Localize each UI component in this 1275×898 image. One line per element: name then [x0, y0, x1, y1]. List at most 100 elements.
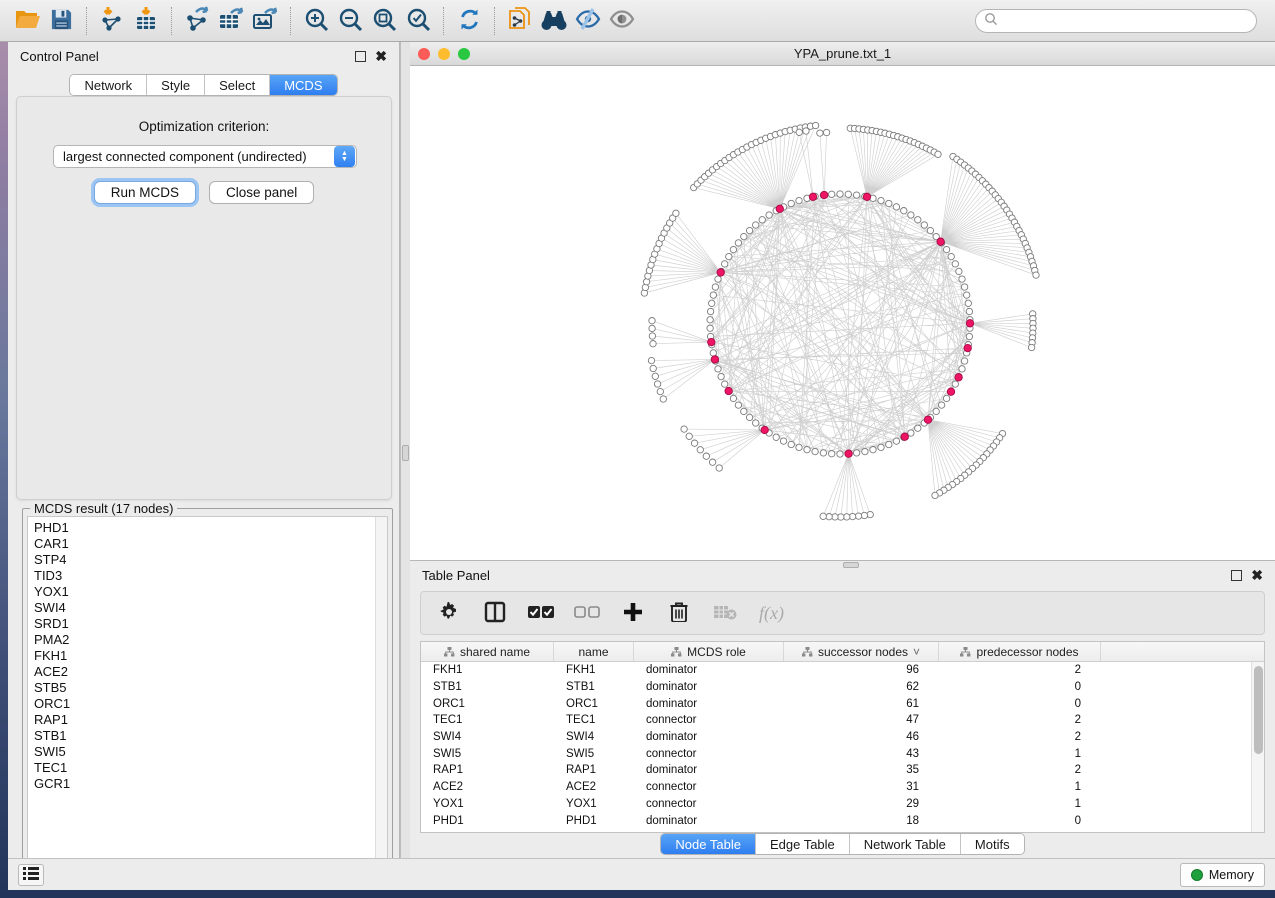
- network-node[interactable]: [722, 261, 728, 267]
- zoom-fit-button[interactable]: [367, 4, 401, 38]
- network-node[interactable]: [730, 395, 736, 401]
- network-node[interactable]: [710, 350, 716, 356]
- network-node[interactable]: [703, 453, 709, 459]
- import-table-button[interactable]: [129, 4, 163, 38]
- network-node[interactable]: [948, 253, 954, 259]
- column-layout-button[interactable]: [483, 601, 507, 625]
- network-node[interactable]: [716, 465, 722, 471]
- network-node[interactable]: [753, 222, 759, 228]
- network-node[interactable]: [746, 414, 752, 420]
- network-node[interactable]: [726, 253, 732, 259]
- network-node[interactable]: [788, 441, 794, 447]
- network-node[interactable]: [935, 151, 941, 157]
- network-node[interactable]: [718, 373, 724, 379]
- network-node[interactable]: [893, 204, 899, 210]
- mcds-dominator-node[interactable]: [809, 193, 816, 200]
- network-node[interactable]: [707, 325, 713, 331]
- network-node[interactable]: [715, 366, 721, 372]
- network-node[interactable]: [908, 212, 914, 218]
- table-row[interactable]: SWI5SWI5connector431: [421, 745, 1264, 762]
- network-node[interactable]: [956, 268, 962, 274]
- criterion-dropdown[interactable]: largest connected component (undirected)…: [53, 145, 357, 168]
- network-canvas[interactable]: [410, 66, 1275, 560]
- network-node[interactable]: [654, 381, 660, 387]
- mcds-dominator-node[interactable]: [966, 320, 973, 327]
- network-node[interactable]: [707, 308, 713, 314]
- network-node[interactable]: [826, 514, 832, 520]
- tab-style[interactable]: Style: [147, 75, 205, 95]
- network-node[interactable]: [901, 208, 907, 214]
- table-row[interactable]: FKH1FKH1dominator962: [421, 662, 1264, 679]
- float-panel-icon[interactable]: [355, 51, 366, 62]
- network-node[interactable]: [796, 129, 802, 135]
- network-node[interactable]: [886, 200, 892, 206]
- network-node[interactable]: [735, 240, 741, 246]
- network-node[interactable]: [650, 341, 656, 347]
- network-node[interactable]: [730, 246, 736, 252]
- column-header-successor-nodes[interactable]: successor nodes˅: [784, 642, 939, 661]
- network-node[interactable]: [933, 408, 939, 414]
- network-node[interactable]: [780, 438, 786, 444]
- close-panel-icon[interactable]: ✖: [375, 51, 387, 62]
- mcds-dominator-node[interactable]: [776, 205, 783, 212]
- open-file-button[interactable]: [10, 4, 44, 38]
- network-node[interactable]: [812, 448, 818, 454]
- mcds-result-item[interactable]: GCR1: [34, 776, 375, 792]
- mcds-dominator-node[interactable]: [761, 426, 768, 433]
- search-input[interactable]: [998, 14, 1248, 28]
- network-node[interactable]: [788, 200, 794, 206]
- network-node[interactable]: [746, 227, 752, 233]
- export-network-button[interactable]: [180, 4, 214, 38]
- network-node[interactable]: [820, 450, 826, 456]
- network-node[interactable]: [878, 444, 884, 450]
- delete-column-button[interactable]: [667, 601, 691, 625]
- network-node[interactable]: [657, 388, 663, 394]
- network-node[interactable]: [691, 440, 697, 446]
- network-node[interactable]: [722, 381, 728, 387]
- network-node[interactable]: [741, 233, 747, 239]
- network-node[interactable]: [952, 381, 958, 387]
- network-node[interactable]: [735, 402, 741, 408]
- mcds-dominator-node[interactable]: [901, 433, 908, 440]
- network-node[interactable]: [959, 366, 965, 372]
- network-node[interactable]: [853, 450, 859, 456]
- network-node[interactable]: [803, 128, 809, 134]
- network-node[interactable]: [697, 447, 703, 453]
- network-node[interactable]: [649, 333, 655, 339]
- export-table-button[interactable]: [214, 4, 248, 38]
- mcds-dominator-node[interactable]: [717, 269, 724, 276]
- mcds-dominator-node[interactable]: [924, 416, 931, 423]
- table-row[interactable]: PHD1PHD1dominator180: [421, 812, 1264, 829]
- network-node[interactable]: [796, 444, 802, 450]
- network-node[interactable]: [952, 261, 958, 267]
- table-scrollbar-thumb[interactable]: [1254, 666, 1263, 754]
- network-node[interactable]: [1028, 344, 1034, 350]
- splitter-grabber[interactable]: [402, 445, 409, 461]
- global-search-box[interactable]: [975, 9, 1257, 33]
- mcds-list-scrollbar[interactable]: [375, 517, 387, 874]
- run-mcds-button[interactable]: Run MCDS: [94, 181, 196, 204]
- mcds-result-item[interactable]: STP4: [34, 552, 375, 568]
- mcds-result-item[interactable]: CAR1: [34, 536, 375, 552]
- network-node[interactable]: [652, 373, 658, 379]
- mcds-dominator-node[interactable]: [947, 388, 954, 395]
- table-row[interactable]: SWI4SWI4dominator462: [421, 729, 1264, 746]
- network-node[interactable]: [867, 511, 873, 517]
- network-node[interactable]: [829, 451, 835, 457]
- network-node[interactable]: [709, 459, 715, 465]
- table-row[interactable]: TEC1TEC1connector472: [421, 712, 1264, 729]
- mcds-result-item[interactable]: STB5: [34, 680, 375, 696]
- column-header-shared-name[interactable]: shared name: [421, 642, 554, 661]
- table-row[interactable]: STB1STB1dominator620: [421, 679, 1264, 696]
- mcds-dominator-node[interactable]: [845, 450, 852, 457]
- network-node[interactable]: [886, 441, 892, 447]
- network-node[interactable]: [878, 197, 884, 203]
- mcds-result-item[interactable]: RAP1: [34, 712, 375, 728]
- mcds-dominator-node[interactable]: [821, 191, 828, 198]
- network-node[interactable]: [766, 212, 772, 218]
- mcds-result-item[interactable]: YOX1: [34, 584, 375, 600]
- network-node[interactable]: [965, 300, 971, 306]
- mcds-dominator-node[interactable]: [955, 374, 962, 381]
- zoom-in-button[interactable]: [299, 4, 333, 38]
- network-node[interactable]: [853, 192, 859, 198]
